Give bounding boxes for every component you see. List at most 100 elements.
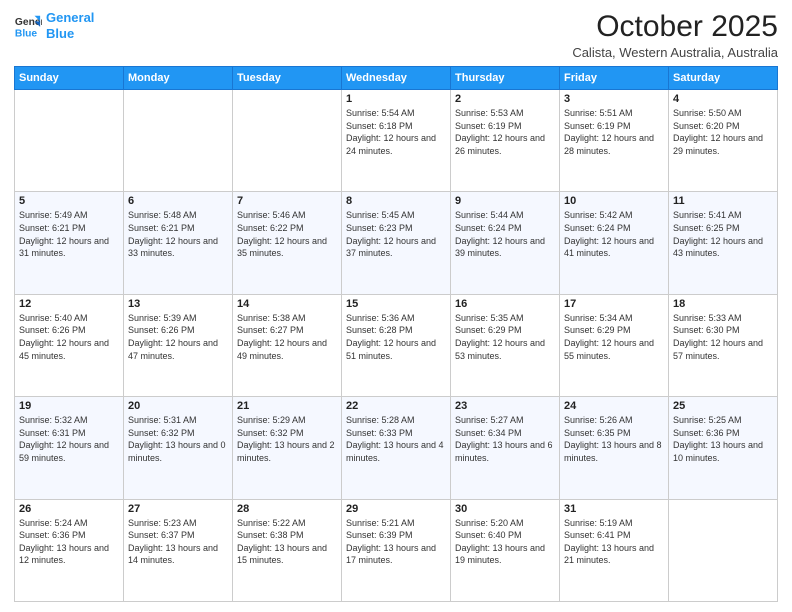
day-number: 20 [128,400,228,412]
calendar-cell: 7Sunrise: 5:46 AMSunset: 6:22 PMDaylight… [233,192,342,294]
calendar-cell: 3 Sunrise: 5:51 AMSunset: 6:19 PMDaylight… [560,90,669,192]
calendar-cell: 22Sunrise: 5:28 AMSunset: 6:33 PMDayligh… [342,397,451,499]
header-sunday: Sunday [15,67,124,90]
calendar-cell: 14 Sunrise: 5:38 AMSunset: 6:27 PMDayligh… [233,294,342,396]
day-number: 12 [19,298,119,310]
calendar-cell: 5 Sunrise: 5:49 AMSunset: 6:21 PMDaylight… [15,192,124,294]
header-saturday: Saturday [669,67,778,90]
logo-general: General [46,10,94,25]
day-info: Sunrise: 5:48 AMSunset: 6:21 PMDaylight:… [128,209,228,259]
day-number: 6 [128,195,228,207]
day-info: Sunrise: 5:23 AMSunset: 6:37 PMDaylight:… [128,517,228,567]
calendar-cell: 4 Sunrise: 5:50 AMSunset: 6:20 PMDaylight… [669,90,778,192]
calendar-cell [124,90,233,192]
header-wednesday: Wednesday [342,67,451,90]
day-info: Sunrise: 5:51 AMSunset: 6:19 PMDaylight:… [564,107,664,157]
title-block: October 2025 Calista, Western Australia,… [572,10,778,60]
day-info: Sunrise: 5:24 AMSunset: 6:36 PMDaylight:… [19,517,119,567]
calendar-cell: 29Sunrise: 5:21 AMSunset: 6:39 PMDayligh… [342,499,451,601]
calendar-cell: 20Sunrise: 5:31 AMSunset: 6:32 PMDayligh… [124,397,233,499]
day-info: Sunrise: 5:53 AMSunset: 6:19 PMDaylight:… [455,107,555,157]
day-number: 9 [455,195,555,207]
calendar-cell: 18Sunrise: 5:33 AMSunset: 6:30 PMDayligh… [669,294,778,396]
logo-text-line2: Blue [46,26,94,42]
calendar-cell: 6 Sunrise: 5:48 AMSunset: 6:21 PMDaylight… [124,192,233,294]
calendar-cell: 23 Sunrise: 5:27 AMSunset: 6:34 PMDayligh… [451,397,560,499]
day-info: Sunrise: 5:54 AMSunset: 6:18 PMDaylight:… [346,107,446,157]
day-number: 2 [455,93,555,105]
day-number: 11 [673,195,773,207]
svg-text:Blue: Blue [15,28,38,39]
day-number: 10 [564,195,664,207]
header-tuesday: Tuesday [233,67,342,90]
day-info: Sunrise: 5:29 AMSunset: 6:32 PMDaylight:… [237,414,337,464]
calendar-table: Sunday Monday Tuesday Wednesday Thursday… [14,66,778,602]
day-info: Sunrise: 5:22 AMSunset: 6:38 PMDaylight:… [237,517,337,567]
day-info: Sunrise: 5:45 AMSunset: 6:23 PMDaylight:… [346,209,446,259]
calendar-cell [15,90,124,192]
calendar-cell: 21 Sunrise: 5:29 AMSunset: 6:32 PMDayligh… [233,397,342,499]
day-info: Sunrise: 5:34 AMSunset: 6:29 PMDaylight:… [564,312,664,362]
calendar-cell: 12Sunrise: 5:40 AMSunset: 6:26 PMDayligh… [15,294,124,396]
day-number: 14 [237,298,337,310]
day-info: Sunrise: 5:19 AMSunset: 6:41 PMDaylight:… [564,517,664,567]
day-info: Sunrise: 5:49 AMSunset: 6:21 PMDaylight:… [19,209,119,259]
calendar-cell: 11 Sunrise: 5:41 AMSunset: 6:25 PMDayligh… [669,192,778,294]
calendar-week-row: 5 Sunrise: 5:49 AMSunset: 6:21 PMDaylight… [15,192,778,294]
calendar-cell: 30 Sunrise: 5:20 AMSunset: 6:40 PMDayligh… [451,499,560,601]
day-number: 4 [673,93,773,105]
day-info: Sunrise: 5:39 AMSunset: 6:26 PMDaylight:… [128,312,228,362]
day-number: 1 [346,93,446,105]
day-number: 22 [346,400,446,412]
calendar-cell: 16 Sunrise: 5:35 AMSunset: 6:29 PMDayligh… [451,294,560,396]
day-number: 19 [19,400,119,412]
day-info: Sunrise: 5:25 AMSunset: 6:36 PMDaylight:… [673,414,773,464]
calendar-week-row: 12Sunrise: 5:40 AMSunset: 6:26 PMDayligh… [15,294,778,396]
logo: General Blue General Blue [14,10,94,41]
location-subtitle: Calista, Western Australia, Australia [572,45,778,60]
day-number: 23 [455,400,555,412]
calendar-cell [669,499,778,601]
calendar-cell [233,90,342,192]
calendar-cell: 31 Sunrise: 5:19 AMSunset: 6:41 PMDayligh… [560,499,669,601]
day-info: Sunrise: 5:36 AMSunset: 6:28 PMDaylight:… [346,312,446,362]
header-thursday: Thursday [451,67,560,90]
header-friday: Friday [560,67,669,90]
day-info: Sunrise: 5:27 AMSunset: 6:34 PMDaylight:… [455,414,555,464]
page: General Blue General Blue October 2025 C… [0,0,792,612]
day-info: Sunrise: 5:44 AMSunset: 6:24 PMDaylight:… [455,209,555,259]
day-number: 27 [128,503,228,515]
day-number: 15 [346,298,446,310]
month-title: October 2025 [572,10,778,43]
day-number: 31 [564,503,664,515]
day-number: 29 [346,503,446,515]
day-info: Sunrise: 5:33 AMSunset: 6:30 PMDaylight:… [673,312,773,362]
calendar-cell: 2 Sunrise: 5:53 AMSunset: 6:19 PMDaylight… [451,90,560,192]
calendar-week-row: 26Sunrise: 5:24 AMSunset: 6:36 PMDayligh… [15,499,778,601]
day-number: 30 [455,503,555,515]
day-info: Sunrise: 5:26 AMSunset: 6:35 PMDaylight:… [564,414,664,464]
calendar-cell: 1 Sunrise: 5:54 AMSunset: 6:18 PMDaylight… [342,90,451,192]
day-number: 25 [673,400,773,412]
day-info: Sunrise: 5:35 AMSunset: 6:29 PMDaylight:… [455,312,555,362]
day-number: 16 [455,298,555,310]
day-number: 5 [19,195,119,207]
header: General Blue General Blue October 2025 C… [14,10,778,60]
day-info: Sunrise: 5:38 AMSunset: 6:27 PMDaylight:… [237,312,337,362]
calendar-cell: 24Sunrise: 5:26 AMSunset: 6:35 PMDayligh… [560,397,669,499]
calendar-cell: 27 Sunrise: 5:23 AMSunset: 6:37 PMDayligh… [124,499,233,601]
day-info: Sunrise: 5:50 AMSunset: 6:20 PMDaylight:… [673,107,773,157]
weekday-header-row: Sunday Monday Tuesday Wednesday Thursday… [15,67,778,90]
calendar-cell: 13Sunrise: 5:39 AMSunset: 6:26 PMDayligh… [124,294,233,396]
day-number: 21 [237,400,337,412]
day-info: Sunrise: 5:20 AMSunset: 6:40 PMDaylight:… [455,517,555,567]
day-number: 3 [564,93,664,105]
logo-icon: General Blue [14,12,42,40]
day-info: Sunrise: 5:42 AMSunset: 6:24 PMDaylight:… [564,209,664,259]
calendar-cell: 15 Sunrise: 5:36 AMSunset: 6:28 PMDayligh… [342,294,451,396]
day-number: 7 [237,195,337,207]
calendar-cell: 8Sunrise: 5:45 AMSunset: 6:23 PMDaylight… [342,192,451,294]
calendar-cell: 25 Sunrise: 5:25 AMSunset: 6:36 PMDayligh… [669,397,778,499]
day-info: Sunrise: 5:41 AMSunset: 6:25 PMDaylight:… [673,209,773,259]
day-number: 28 [237,503,337,515]
